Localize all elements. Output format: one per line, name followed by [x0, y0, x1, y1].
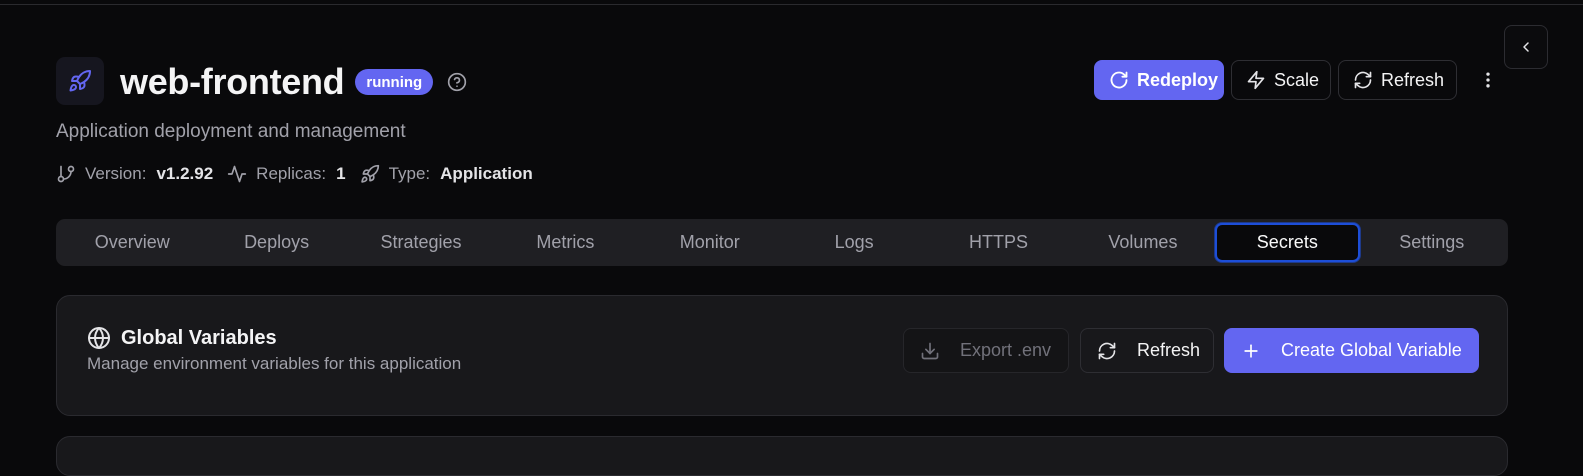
- activity-icon: [228, 165, 247, 183]
- version-value: v1.2.92: [156, 164, 214, 183]
- next-card: [56, 436, 1508, 476]
- create-global-variable-label: Create Global Variable: [1281, 340, 1462, 360]
- replicas-label: Replicas:: [256, 164, 327, 183]
- type-value: Application: [440, 164, 533, 183]
- type-label: Type:: [388, 164, 431, 183]
- page-title: web-frontend: [120, 61, 345, 102]
- export-env-button[interactable]: Export .env: [903, 328, 1069, 373]
- more-vertical-icon: [1486, 72, 1490, 88]
- tab-metrics[interactable]: Metrics: [493, 223, 637, 262]
- global-variables-card: Global Variables Manage environment vari…: [56, 295, 1508, 416]
- tab-deploys[interactable]: Deploys: [204, 223, 348, 262]
- refresh-label: Refresh: [1381, 69, 1445, 90]
- header-actions: Redeploy Scale Refresh: [1094, 60, 1498, 100]
- status-badge: running: [355, 69, 434, 95]
- tab-bar: Overview Deploys Strategies Metrics Moni…: [56, 219, 1508, 266]
- redeploy-button[interactable]: Redeploy: [1094, 60, 1224, 100]
- download-icon: [921, 342, 939, 359]
- page-subtitle: Application deployment and management: [56, 121, 406, 142]
- rocket-icon: [69, 69, 91, 92]
- tab-https[interactable]: HTTPS: [926, 223, 1070, 262]
- help-circle-icon: [448, 72, 467, 92]
- tab-strategies[interactable]: Strategies: [349, 223, 493, 262]
- meta-version: Version: v1.2.92: [56, 164, 213, 184]
- card-actions: Export .env Refresh Create Global Variab…: [903, 328, 1479, 373]
- card-description: Manage environment variables for this ap…: [87, 354, 462, 373]
- create-global-variable-button[interactable]: Create Global Variable: [1224, 328, 1479, 373]
- scale-button[interactable]: Scale: [1231, 60, 1331, 100]
- more-options-button[interactable]: [1478, 60, 1498, 100]
- meta-type: Type: Application: [360, 164, 533, 184]
- help-button[interactable]: [447, 72, 467, 92]
- meta-row: Version: v1.2.92 Replicas: 1 Type: Appli…: [56, 163, 547, 185]
- zap-icon: [1247, 70, 1265, 90]
- collapse-panel-button[interactable]: [1504, 25, 1548, 69]
- replicas-value: 1: [336, 164, 346, 183]
- refresh-icon: [1098, 342, 1116, 359]
- redeploy-label: Redeploy: [1137, 69, 1219, 90]
- refresh-icon: [1354, 71, 1372, 89]
- tab-monitor[interactable]: Monitor: [638, 223, 782, 262]
- tab-volumes[interactable]: Volumes: [1071, 223, 1215, 262]
- rocket-icon: [360, 164, 379, 183]
- plus-icon: [1244, 343, 1258, 358]
- scale-label: Scale: [1274, 69, 1320, 90]
- tab-overview[interactable]: Overview: [60, 223, 204, 262]
- tab-logs[interactable]: Logs: [782, 223, 926, 262]
- tab-secrets[interactable]: Secrets: [1215, 223, 1360, 262]
- card-title: Global Variables: [121, 326, 277, 349]
- meta-replicas: Replicas: 1: [227, 164, 346, 184]
- chevron-left-icon: [1523, 42, 1529, 52]
- tab-settings[interactable]: Settings: [1360, 223, 1504, 262]
- top-divider: [0, 0, 1583, 5]
- export-env-label: Export .env: [960, 340, 1052, 360]
- refresh-variables-label: Refresh: [1137, 340, 1201, 360]
- globe-icon: [88, 327, 110, 349]
- card-header: Global Variables: [87, 326, 277, 350]
- version-label: Version:: [85, 164, 147, 183]
- refresh-button[interactable]: Refresh: [1338, 60, 1457, 100]
- refresh-variables-button[interactable]: Refresh: [1080, 328, 1214, 373]
- rotate-cw-icon: [1110, 71, 1128, 89]
- app-icon-tile: [56, 57, 104, 105]
- git-branch-icon: [57, 165, 75, 183]
- title-row: web-frontend running: [120, 58, 467, 106]
